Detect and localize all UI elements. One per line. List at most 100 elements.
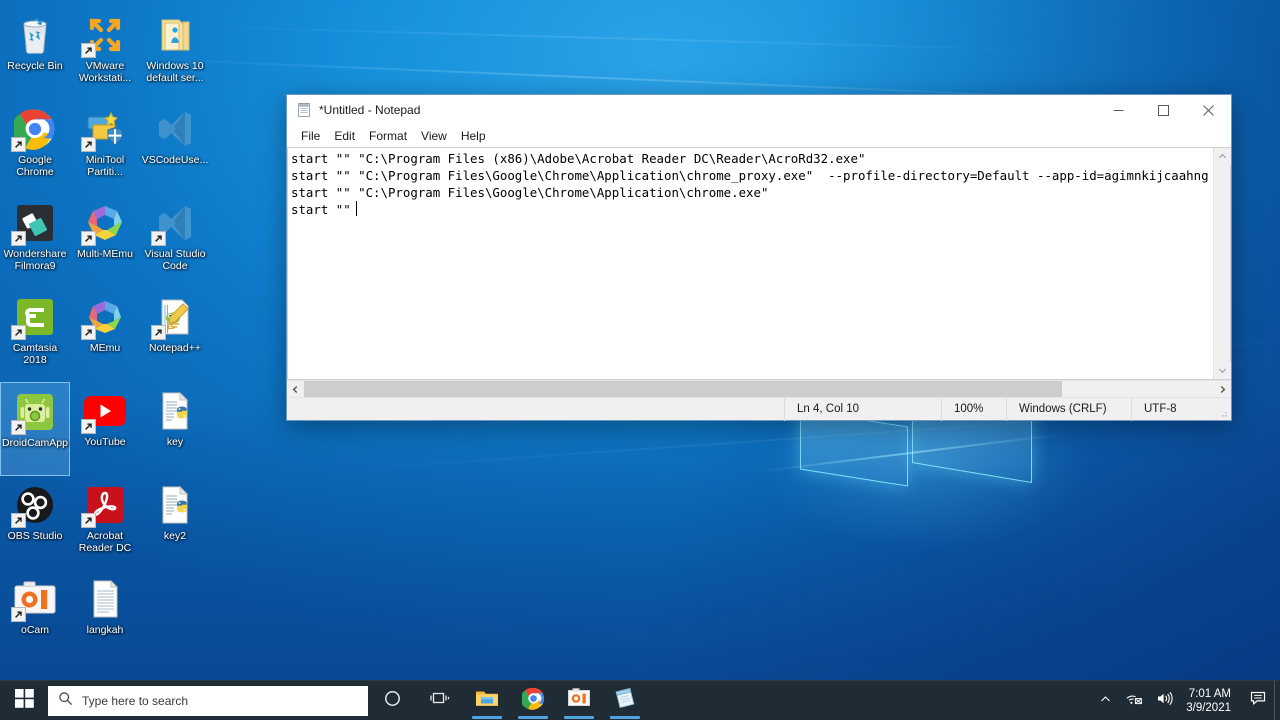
chevron-up-icon[interactable] — [1214, 148, 1231, 165]
running-indicator — [518, 715, 548, 719]
desktop-icon-label: Notepad++ — [149, 342, 201, 354]
resize-grip-icon[interactable] — [1216, 406, 1228, 418]
show-desktop-button[interactable] — [1274, 680, 1280, 720]
desktop-icon-wondershare-filmora9[interactable]: Wondershare Filmora9 — [0, 194, 70, 288]
tray-volume-button[interactable] — [1149, 681, 1180, 720]
running-indicator — [610, 715, 640, 719]
desktop-icon-windows-10-default-ser[interactable]: Windows 10 default ser... — [140, 6, 210, 100]
desktop-icon-notepad[interactable]: Notepad++ — [140, 288, 210, 382]
notepad-text-area[interactable]: start "" "C:\Program Files (x86)\Adobe\A… — [288, 148, 1213, 379]
search-input[interactable]: Type here to search — [48, 685, 368, 716]
taskbar-app-ocam[interactable] — [556, 681, 602, 720]
desktop-icon-multi-memu[interactable]: Multi-MEmu — [70, 194, 140, 288]
desktop-icon-label: DroidCamApp — [2, 437, 68, 449]
status-cursor-position: Ln 4, Col 10 — [784, 397, 941, 421]
menu-item-file[interactable]: File — [294, 127, 327, 145]
chevron-up-icon — [1100, 692, 1111, 710]
desktop[interactable]: Recycle Bin VMware Workstati... Windows … — [0, 0, 1280, 720]
shortcut-overlay-icon — [81, 325, 96, 340]
desktop-icon-ocam[interactable]: oCam — [0, 570, 70, 664]
network-disconnected-icon — [1125, 691, 1143, 711]
menu-item-help[interactable]: Help — [454, 127, 493, 145]
desktop-icon-label: Wondershare Filmora9 — [3, 248, 67, 272]
desktop-icon-google-chrome[interactable]: Google Chrome — [0, 100, 70, 194]
desktop-icon-minitool-partiti[interactable]: MiniTool Partiti... — [70, 100, 140, 194]
notepad-titlebar[interactable]: *Untitled - Notepad — [287, 95, 1231, 125]
chevron-left-icon[interactable] — [287, 381, 304, 398]
window-controls — [1096, 95, 1231, 125]
desktop-icon-label: VMware Workstati... — [78, 60, 132, 84]
desktop-icon-label: VSCodeUse... — [141, 154, 209, 166]
notepad-title: *Untitled - Notepad — [319, 103, 421, 117]
desktop-icon-visual-studio-code[interactable]: Visual Studio Code — [140, 194, 210, 288]
droidcam-icon — [11, 389, 58, 435]
shortcut-overlay-icon — [11, 607, 26, 622]
horizontal-scroll-thumb[interactable] — [304, 380, 1062, 398]
desktop-icon-recycle-bin[interactable]: Recycle Bin — [0, 6, 70, 100]
taskbar-clock[interactable]: 7:01 AM 3/9/2021 — [1180, 681, 1242, 720]
close-button[interactable] — [1186, 95, 1231, 125]
taskbar-app-google-chrome[interactable] — [510, 681, 556, 720]
horizontal-scrollbar[interactable] — [287, 380, 1231, 398]
start-button[interactable] — [0, 681, 48, 720]
running-indicator — [472, 715, 502, 719]
chrome-icon — [11, 106, 58, 152]
status-line-ending: Windows (CRLF) — [1006, 397, 1131, 421]
desktop-icon-grid: Recycle Bin VMware Workstati... Windows … — [0, 6, 210, 664]
multi-memu-icon — [81, 200, 128, 246]
task-view-button[interactable] — [416, 681, 464, 720]
desktop-icon-vscodeuse[interactable]: VSCodeUse... — [140, 100, 210, 194]
shortcut-overlay-icon — [151, 231, 166, 246]
desktop-icon-label: Windows 10 default ser... — [146, 60, 204, 84]
taskbar-app-notepad[interactable] — [602, 681, 648, 720]
notepad-menubar[interactable]: File Edit Format View Help — [287, 125, 1231, 147]
desktop-icon-key[interactable]: key — [140, 382, 210, 476]
vscode-icon — [152, 106, 198, 152]
windows-start-icon — [14, 688, 34, 713]
status-zoom-level[interactable]: 100% — [941, 397, 1006, 421]
menu-item-format[interactable]: Format — [362, 127, 414, 145]
chevron-right-icon[interactable] — [1214, 381, 1231, 398]
desktop-icon-acrobat-reader-dc[interactable]: Acrobat Reader DC — [70, 476, 140, 570]
notepad-window[interactable]: *Untitled - Notepad File Edit Format Vie… — [286, 94, 1232, 421]
desktop-icon-key2[interactable]: key2 — [140, 476, 210, 570]
shortcut-overlay-icon — [151, 325, 166, 340]
action-center-button[interactable] — [1242, 681, 1274, 720]
desktop-icon-langkah[interactable]: langkah — [70, 570, 140, 664]
menu-item-edit[interactable]: Edit — [327, 127, 362, 145]
taskbar[interactable]: Type here to search 7:01 AM 3/9/2021 — [0, 680, 1280, 720]
desktop-icon-label: langkah — [86, 624, 124, 636]
python-file-icon — [152, 482, 198, 528]
python-file-icon — [152, 388, 198, 434]
taskbar-app-file-explorer[interactable] — [464, 681, 510, 720]
desktop-icon-label: oCam — [20, 624, 49, 636]
notepad-body: start "" "C:\Program Files (x86)\Adobe\A… — [287, 147, 1231, 380]
text-line: start "" "C:\Program Files\Google\Chrome… — [291, 168, 1209, 183]
action-center-icon — [1250, 690, 1267, 711]
desktop-icon-camtasia-2018[interactable]: Camtasia 2018 — [0, 288, 70, 382]
desktop-icon-droidcamapp[interactable]: DroidCamApp — [0, 382, 70, 476]
shortcut-overlay-icon — [11, 513, 26, 528]
maximize-button[interactable] — [1141, 95, 1186, 125]
desktop-icon-label: Recycle Bin — [7, 60, 63, 72]
minimize-button[interactable] — [1096, 95, 1141, 125]
menu-item-view[interactable]: View — [414, 127, 454, 145]
chevron-down-icon[interactable] — [1214, 362, 1231, 379]
desktop-icon-label: MEmu — [89, 342, 121, 354]
desktop-icon-vmware-workstati[interactable]: VMware Workstati... — [70, 6, 140, 100]
system-tray[interactable]: 7:01 AM 3/9/2021 — [1093, 680, 1280, 720]
desktop-icon-memu[interactable]: MEmu — [70, 288, 140, 382]
cortana-button[interactable] — [368, 681, 416, 720]
desktop-icon-obs-studio[interactable]: OBS Studio — [0, 476, 70, 570]
desktop-icon-youtube[interactable]: YouTube — [70, 382, 140, 476]
minitool-partition-icon — [81, 106, 128, 152]
desktop-icon-label: Acrobat Reader DC — [78, 530, 132, 554]
desktop-icon-label: key — [166, 436, 184, 448]
memu-icon — [81, 294, 128, 340]
vertical-scrollbar[interactable] — [1213, 148, 1231, 379]
desktop-icon-label: Camtasia 2018 — [12, 342, 58, 366]
horizontal-scroll-track[interactable] — [304, 380, 1214, 398]
shortcut-overlay-icon — [81, 419, 96, 434]
tray-overflow-button[interactable] — [1093, 681, 1118, 720]
tray-network-button[interactable] — [1118, 681, 1149, 720]
